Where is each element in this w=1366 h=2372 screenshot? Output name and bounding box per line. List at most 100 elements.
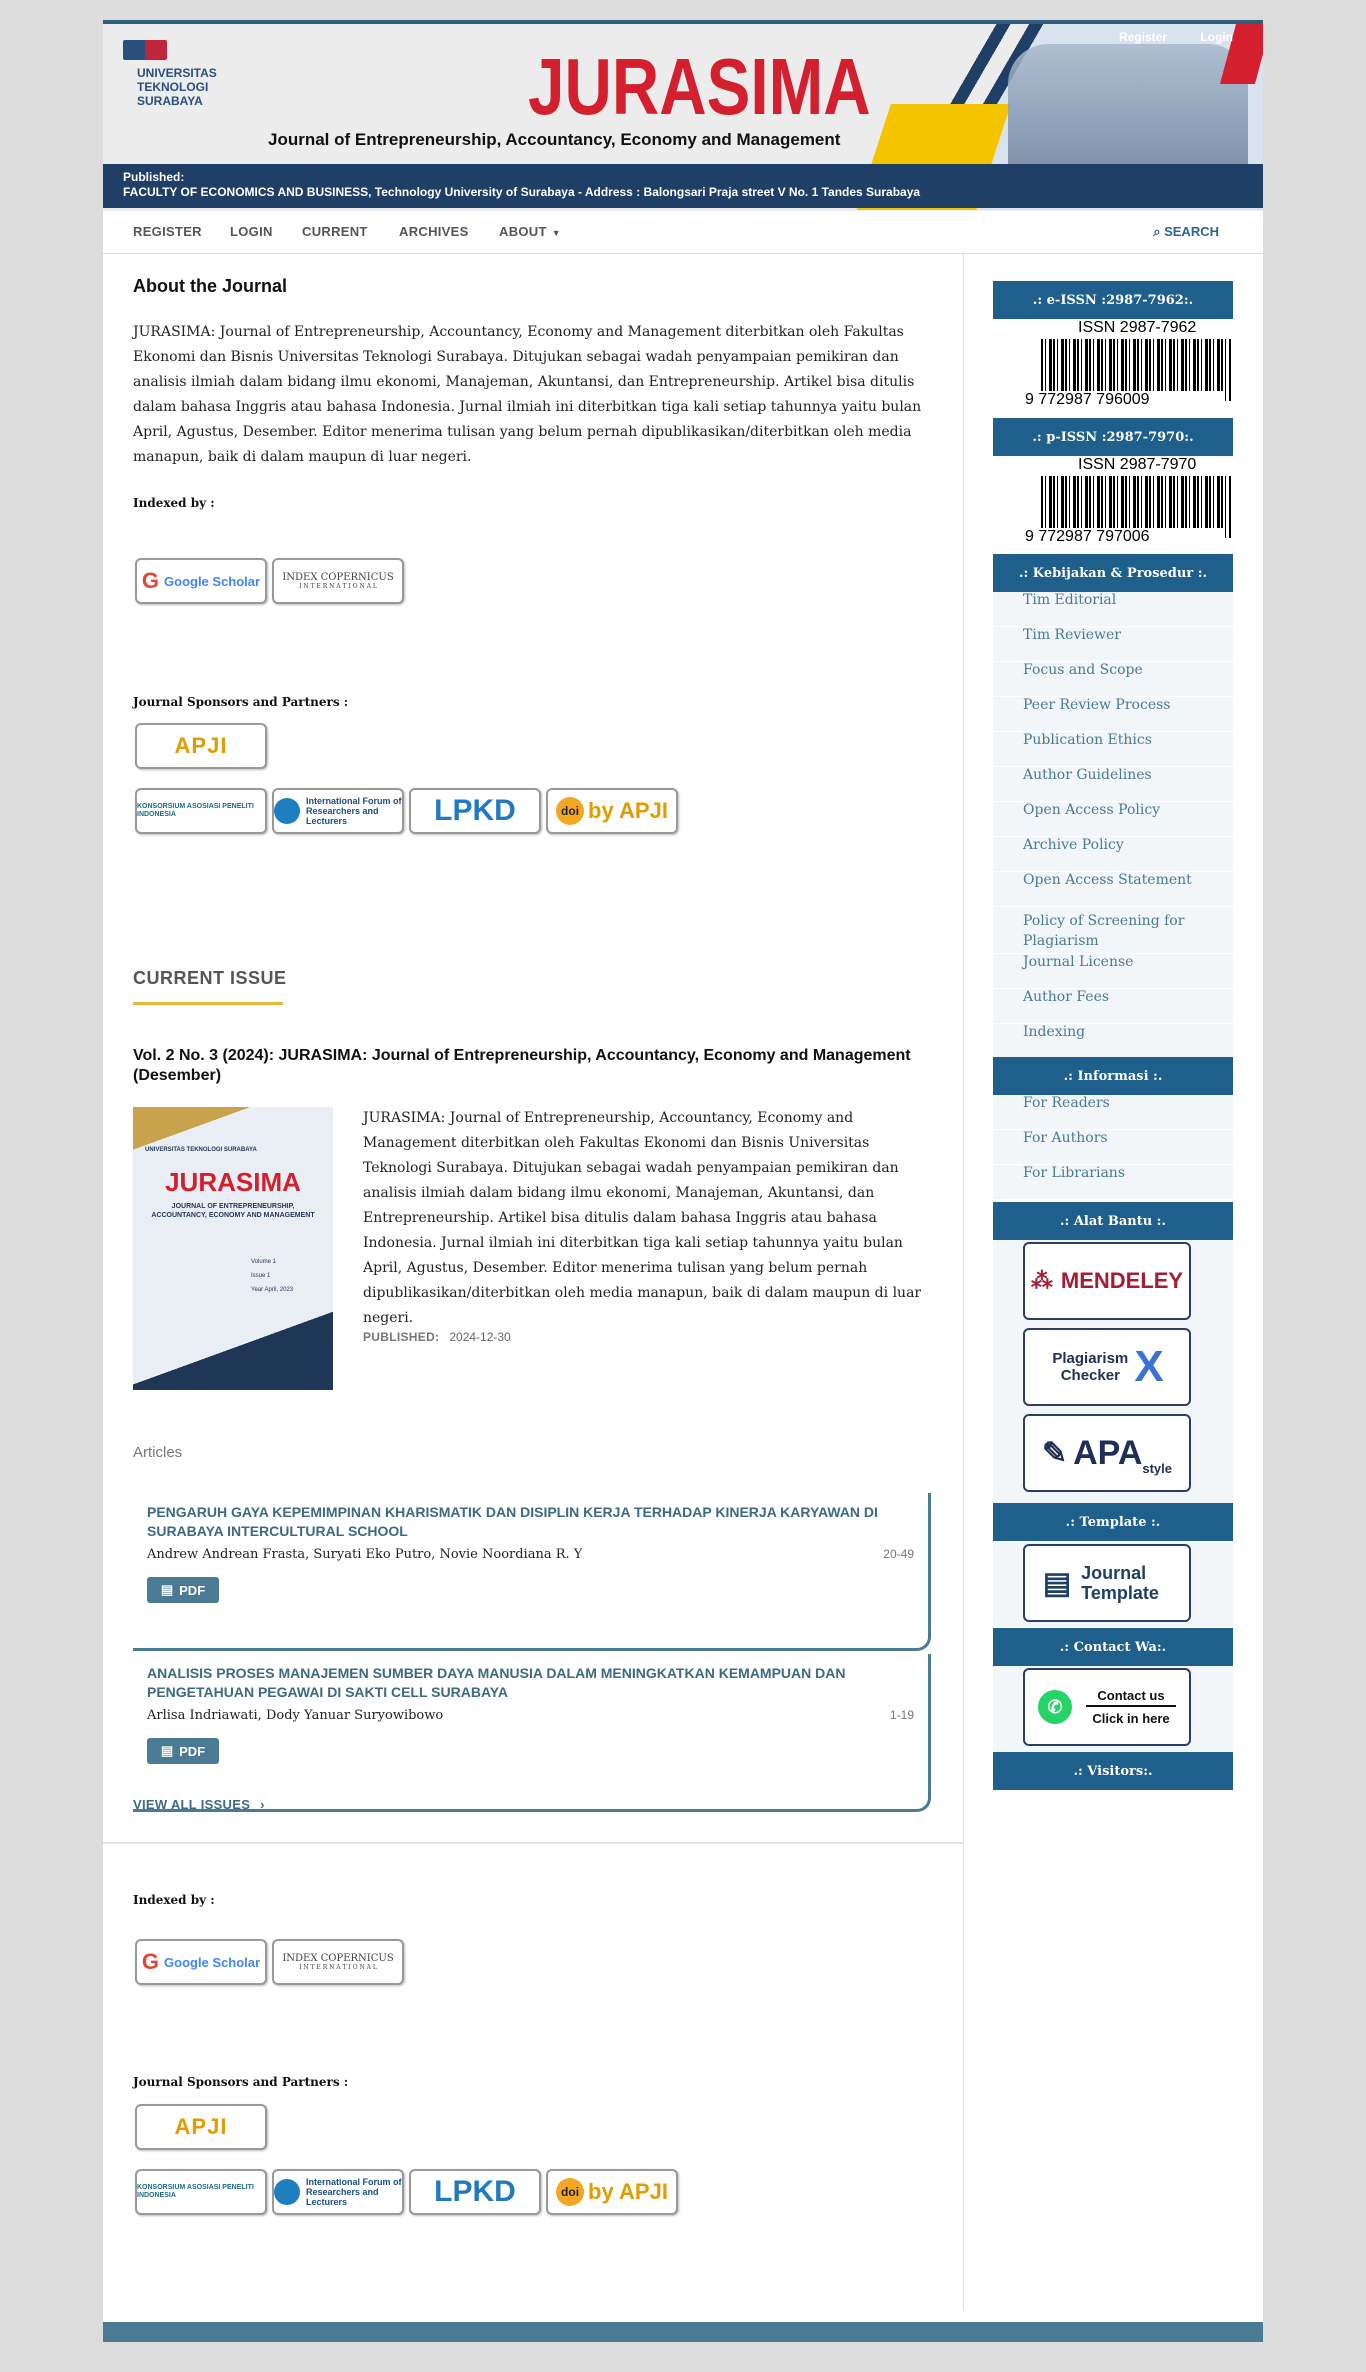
menu-item[interactable]: For Authors	[993, 1130, 1233, 1165]
register-link[interactable]: Register	[1119, 30, 1167, 44]
google-icon: G	[141, 568, 160, 593]
article-authors: Andrew Andrean Frasta, Suryati Eko Putro…	[147, 1547, 583, 1562]
article-card: ANALISIS PROSES MANAJEMEN SUMBER DAYA MA…	[133, 1654, 931, 1812]
menu-item[interactable]: Open Access Statement	[993, 872, 1233, 907]
column-divider	[963, 252, 964, 2310]
menu-item[interactable]: Open Access Policy	[993, 802, 1233, 837]
issue-title[interactable]: Vol. 2 No. 3 (2024): JURASIMA: Journal o…	[133, 1046, 913, 1086]
ifrel-logo[interactable]: International Forum of Researchers and L…	[272, 788, 404, 834]
mendeley-button[interactable]: ⁂ MENDELEY	[1023, 1242, 1191, 1320]
menu-item[interactable]: Tim Reviewer	[993, 627, 1233, 662]
lpkd-logo[interactable]: LPKD	[409, 2169, 541, 2215]
publisher-info: Published: FACULTY OF ECONOMICS AND BUSI…	[123, 170, 921, 199]
policy-menu: Tim Editorial Tim Reviewer Focus and Sco…	[993, 592, 1233, 1059]
document-icon: ▤	[1042, 1566, 1072, 1600]
sponsors-label: Journal Sponsors and Partners :	[133, 2075, 349, 2089]
file-icon: ▤	[160, 1582, 174, 1597]
menu-item[interactable]: Author Fees	[993, 989, 1233, 1024]
nav-login[interactable]: LOGIN	[230, 224, 273, 239]
journal-subtitle: Journal of Entrepreneurship, Accountancy…	[268, 130, 841, 149]
search-link[interactable]: ⌕ SEARCH	[1153, 224, 1219, 240]
globe-icon	[274, 2179, 300, 2205]
doi-icon: doi	[556, 2178, 585, 2206]
doi-apji-logo[interactable]: doi by APJI	[546, 788, 678, 834]
indexed-by-label: Indexed by :	[133, 496, 215, 510]
menu-item[interactable]: Peer Review Process	[993, 697, 1233, 732]
menu-item[interactable]: Indexing	[993, 1024, 1233, 1059]
doi-icon: doi	[556, 797, 585, 825]
issue-description: JURASIMA: Journal of Entrepreneurship, A…	[363, 1110, 922, 1326]
apa-style-button[interactable]: ✎ APA style	[1023, 1414, 1191, 1492]
copernicus-logo[interactable]: INDEX COPERNICUS I N T E R N A T I O N A …	[272, 558, 404, 604]
visitors-header: .: Visitors:.	[993, 1752, 1233, 1790]
copernicus-logo[interactable]: INDEX COPERNICUS I N T E R N A T I O N A …	[272, 1939, 404, 1985]
template-header: .: Template :.	[993, 1503, 1233, 1541]
sponsors-label: Journal Sponsors and Partners :	[133, 695, 349, 709]
google-scholar-logo[interactable]: G Google Scholar	[135, 558, 267, 604]
plagiarism-checker-button[interactable]: Plagiarism Checker X	[1023, 1328, 1191, 1406]
menu-item[interactable]: For Readers	[993, 1095, 1233, 1130]
article-card: PENGARUH GAYA KEPEMIMPINAN KHARISMATIK D…	[133, 1493, 931, 1651]
apji-logo[interactable]: APJI	[135, 723, 267, 769]
pdf-button[interactable]: ▤ PDF	[147, 1577, 219, 1603]
article-pages: 20-49	[883, 1547, 914, 1561]
page-container: UNIVERSITAS TEKNOLOGI SURABAYA JURASIMA …	[103, 20, 1263, 2342]
x-icon: X	[1134, 1342, 1164, 1391]
heading-underline	[133, 1002, 283, 1005]
menu-item[interactable]: For Librarians	[993, 1165, 1233, 1200]
article-title[interactable]: ANALISIS PROSES MANAJEMEN SUMBER DAYA MA…	[147, 1664, 917, 1702]
nav-archives[interactable]: ARCHIVES	[399, 224, 469, 239]
about-text: JURASIMA: Journal of Entrepreneurship, A…	[133, 324, 922, 465]
document-pen-icon: ✎	[1041, 1436, 1068, 1470]
header-banner: UNIVERSITAS TEKNOLOGI SURABAYA JURASIMA …	[103, 24, 1263, 210]
nav-current[interactable]: CURRENT	[302, 224, 368, 239]
pissn-barcode: ISSN 2987-7970 9 772987 797006	[993, 456, 1233, 555]
nav-register[interactable]: REGISTER	[133, 224, 202, 239]
menu-item[interactable]: Publication Ethics	[993, 732, 1233, 767]
nav-about[interactable]: ABOUT ▼	[499, 224, 561, 239]
about-title: About the Journal	[133, 276, 287, 296]
pdf-button[interactable]: ▤ PDF	[147, 1738, 219, 1764]
mendeley-icon: ⁂	[1030, 1268, 1053, 1293]
indexed-by-label: Indexed by :	[133, 1893, 215, 1907]
menu-item[interactable]: Archive Policy	[993, 837, 1233, 872]
university-logo[interactable]: UNIVERSITAS TEKNOLOGI SURABAYA	[123, 40, 243, 108]
apji-logo[interactable]: APJI	[135, 2104, 267, 2150]
menu-item[interactable]: Policy of Screening for Plagiarism	[993, 907, 1233, 954]
primary-nav: REGISTER LOGIN CURRENT ARCHIVES ABOUT ▼ ⌕…	[103, 210, 1263, 254]
login-link[interactable]: Login	[1200, 30, 1233, 44]
book-icon	[123, 40, 167, 60]
doi-apji-logo[interactable]: doi by APJI	[546, 2169, 678, 2215]
view-all-issues-link[interactable]: VIEW ALL ISSUES ›	[133, 1797, 265, 1812]
journal-title: JURASIMA	[528, 42, 871, 131]
published-info: PUBLISHED: 2024-12-30	[363, 1330, 511, 1344]
chevron-right-icon: ›	[260, 1797, 265, 1812]
tools-header: .: Alat Bantu :.	[993, 1202, 1233, 1240]
journal-template-button[interactable]: ▤ Journal Template	[1023, 1544, 1191, 1622]
menu-item[interactable]: Focus and Scope	[993, 662, 1233, 697]
whatsapp-icon: ✆	[1038, 1690, 1072, 1724]
section-divider	[103, 1842, 963, 1844]
google-scholar-logo[interactable]: G Google Scholar	[135, 1939, 267, 1985]
eissn-header: .: e-ISSN :2987-7962:.	[993, 281, 1233, 319]
menu-item[interactable]: Journal License	[993, 954, 1233, 989]
contact-header: .: Contact Wa:.	[993, 1628, 1233, 1666]
globe-icon	[274, 798, 300, 824]
google-icon: G	[141, 1949, 160, 1974]
article-authors: Arlisa Indriawati, Dody Yanuar Suryowibo…	[147, 1708, 444, 1723]
konsorsium-logo[interactable]: KONSORSIUM ASOSIASI PENELITI INDONESIA	[135, 2169, 267, 2215]
lpkd-logo[interactable]: LPKD	[409, 788, 541, 834]
current-issue-heading: CURRENT ISSUE	[133, 968, 287, 988]
pissn-header: .: p-ISSN :2987-7970:.	[993, 418, 1233, 456]
info-header: .: Informasi :.	[993, 1057, 1233, 1095]
policy-header: .: Kebijakan & Prosedur :.	[993, 554, 1233, 592]
footer-bar	[103, 2322, 1263, 2342]
contact-whatsapp-button[interactable]: ✆ Contact us Click in here	[1023, 1668, 1191, 1746]
article-title[interactable]: PENGARUH GAYA KEPEMIMPINAN KHARISMATIK D…	[147, 1503, 917, 1541]
menu-item[interactable]: Author Guidelines	[993, 767, 1233, 802]
menu-item[interactable]: Tim Editorial	[993, 592, 1233, 627]
konsorsium-logo[interactable]: KONSORSIUM ASOSIASI PENELITI INDONESIA	[135, 788, 267, 834]
ifrel-logo[interactable]: International Forum of Researchers and L…	[272, 2169, 404, 2215]
caret-down-icon: ▼	[551, 228, 561, 238]
issue-cover-image[interactable]: UNIVERSITAS TEKNOLOGI SURABAYA JURASIMA …	[133, 1107, 333, 1390]
